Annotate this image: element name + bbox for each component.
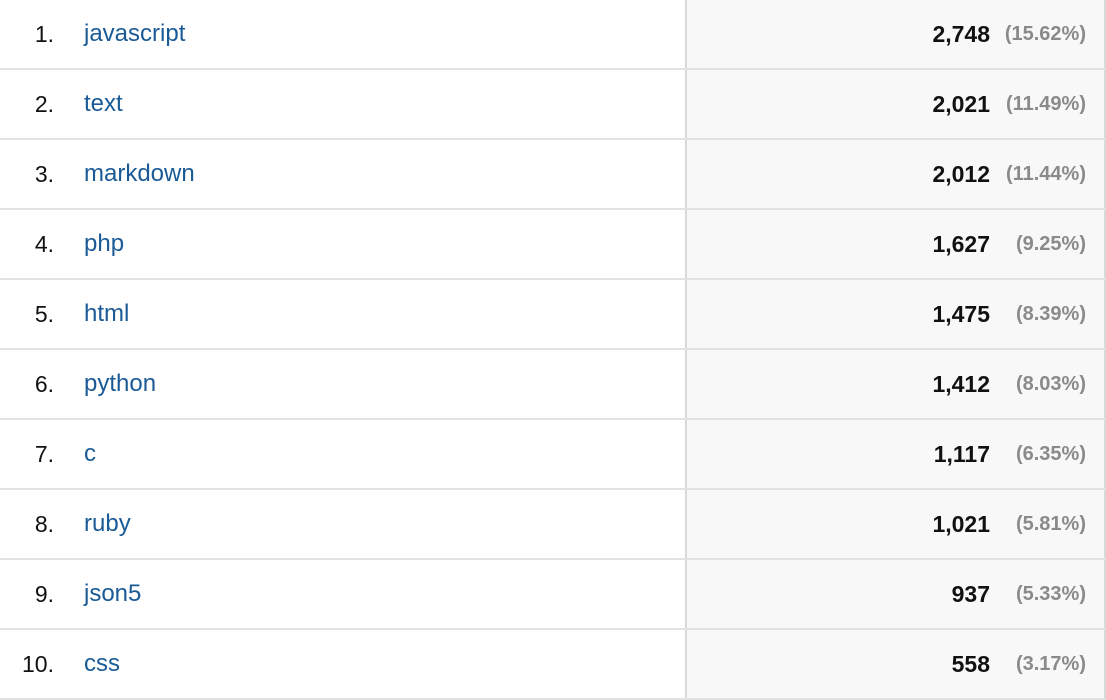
table-row: 6. python 1,412 (8.03%) (0, 350, 1106, 420)
dimension-link[interactable]: php (84, 230, 124, 258)
metric-cell: 1,412 (8.03%) (685, 350, 1106, 418)
table-row: 7. c 1,117 (6.35%) (0, 420, 1106, 490)
metric-percent: (15.62%) (1004, 22, 1086, 45)
metric-value: 558 (951, 650, 990, 677)
metric-value: 1,117 (933, 440, 990, 467)
dimension-cell: 9. json5 (0, 560, 685, 628)
metric-value: 1,475 (932, 300, 990, 327)
metric-cell: 2,021 (11.49%) (685, 70, 1106, 138)
metric-percent: (8.03%) (1015, 372, 1086, 395)
metric-cell: 937 (5.33%) (685, 560, 1106, 628)
dimension-cell: 4. php (0, 210, 685, 278)
table-row: 1. javascript 2,748 (15.62%) (0, 0, 1106, 70)
table-row: 8. ruby 1,021 (5.81%) (0, 490, 1106, 560)
table-row: 4. php 1,627 (9.25%) (0, 210, 1106, 280)
metric-cell: 558 (3.17%) (685, 630, 1106, 698)
dimension-link[interactable]: c (84, 440, 96, 468)
dimension-link[interactable]: markdown (84, 160, 195, 188)
dimension-link[interactable]: json5 (84, 580, 141, 608)
metric-cell: 2,012 (11.44%) (685, 140, 1106, 208)
dimension-link[interactable]: html (84, 300, 129, 328)
metric-value: 1,412 (932, 370, 990, 397)
dimension-cell: 8. ruby (0, 490, 685, 558)
metric-cell: 1,021 (5.81%) (685, 490, 1106, 558)
metric-cell: 1,117 (6.35%) (685, 420, 1106, 488)
metric-percent: (9.25%) (1015, 232, 1086, 255)
row-rank: 7. (34, 440, 54, 467)
row-rank: 9. (34, 580, 54, 607)
table-row: 9. json5 937 (5.33%) (0, 560, 1106, 630)
metric-value: 937 (951, 580, 990, 607)
table-row: 5. html 1,475 (8.39%) (0, 280, 1106, 350)
dimension-cell: 2. text (0, 70, 685, 138)
metric-percent: (5.33%) (1015, 582, 1086, 605)
metric-value: 2,021 (932, 90, 990, 117)
dimension-link[interactable]: css (84, 650, 120, 678)
metric-percent: (11.49%) (1005, 92, 1086, 115)
dimension-cell: 5. html (0, 280, 685, 348)
metric-percent: (11.44%) (1005, 162, 1086, 185)
dimension-cell: 10. css (0, 630, 685, 698)
dimension-link[interactable]: text (84, 90, 123, 118)
row-rank: 6. (34, 370, 54, 397)
metric-value: 2,748 (932, 20, 990, 47)
row-rank: 8. (34, 510, 54, 537)
dimension-link[interactable]: python (84, 370, 156, 398)
table-row: 2. text 2,021 (11.49%) (0, 70, 1106, 140)
dimension-cell: 6. python (0, 350, 685, 418)
dimension-cell: 1. javascript (0, 0, 685, 68)
metric-percent: (3.17%) (1015, 652, 1086, 675)
table-row: 10. css 558 (3.17%) (0, 630, 1106, 700)
metric-value: 2,012 (932, 160, 990, 187)
row-rank: 2. (34, 90, 54, 117)
metric-cell: 1,475 (8.39%) (685, 280, 1106, 348)
dimension-cell: 3. markdown (0, 140, 685, 208)
metric-value: 1,021 (932, 510, 990, 537)
metric-percent: (5.81%) (1015, 512, 1086, 535)
metric-percent: (8.39%) (1015, 302, 1086, 325)
metric-cell: 1,627 (9.25%) (685, 210, 1106, 278)
dimension-link[interactable]: javascript (84, 20, 185, 48)
dimension-link[interactable]: ruby (84, 510, 131, 538)
dimension-cell: 7. c (0, 420, 685, 488)
row-rank: 3. (34, 160, 54, 187)
metric-percent: (6.35%) (1015, 442, 1086, 465)
row-rank: 1. (34, 20, 54, 47)
metric-value: 1,627 (932, 230, 990, 257)
row-rank: 4. (34, 230, 54, 257)
row-rank: 5. (34, 300, 54, 327)
metric-cell: 2,748 (15.62%) (685, 0, 1106, 68)
table-row: 3. markdown 2,012 (11.44%) (0, 140, 1106, 210)
row-rank: 10. (22, 650, 54, 677)
language-stats-table: 1. javascript 2,748 (15.62%) 2. text 2,021 (11.… (0, 0, 1106, 700)
